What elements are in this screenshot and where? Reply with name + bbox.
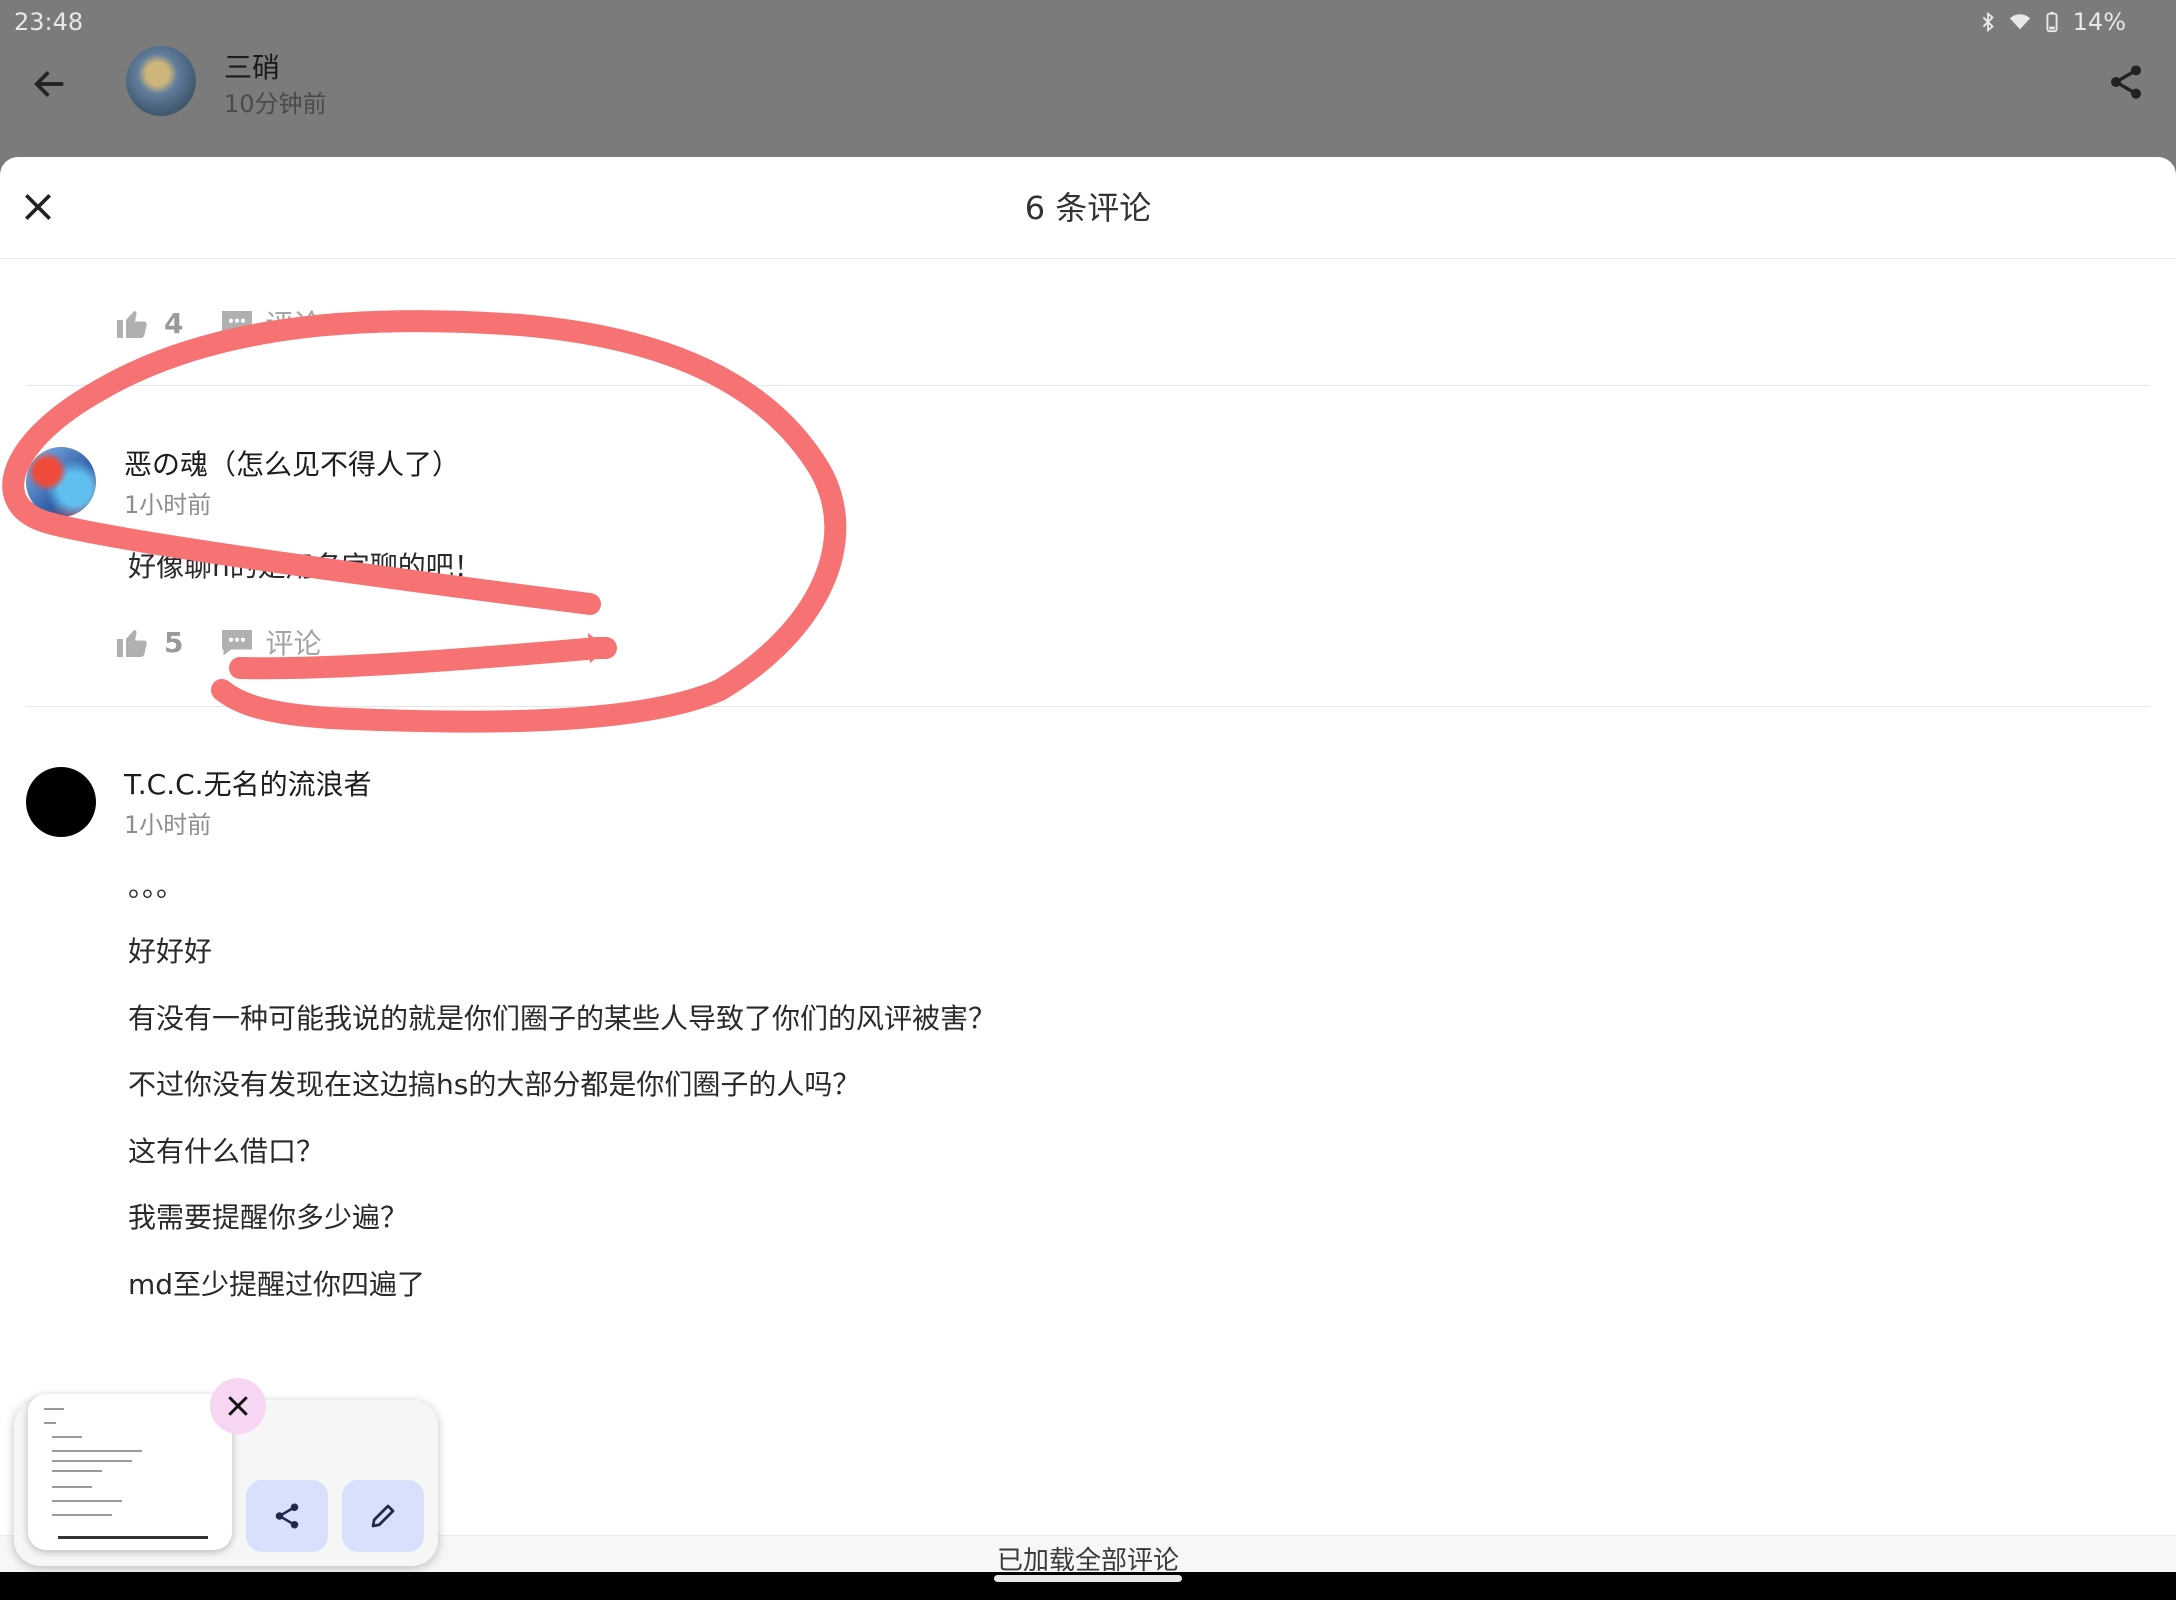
dismiss-screenshot-button[interactable] [210, 1378, 266, 1434]
like-button[interactable]: 5 [114, 624, 183, 660]
commenter-name[interactable]: T.C.C.无名的流浪者 [124, 763, 372, 803]
status-icons: 14% [1977, 8, 2126, 36]
commenter-avatar[interactable] [26, 447, 96, 517]
like-count: 4 [164, 306, 184, 340]
divider [26, 706, 2150, 707]
sheet-title: 6 条评论 [1024, 189, 1152, 227]
back-arrow-icon[interactable] [30, 64, 70, 104]
share-icon [275, 1503, 299, 1529]
comment-text: 不过你没有发现在这边搞hs的大部分都是你们圈子的人吗？ [128, 1068, 861, 1101]
comments-sheet: 6 条评论 4 评论 恶の魂（怎么见不得人了） 1小时前 好像聊h的是用名字聊的… [0, 157, 2176, 1572]
battery-icon [2046, 11, 2058, 33]
commenter-avatar[interactable] [26, 767, 96, 837]
screenshot-thumbnail[interactable] [28, 1394, 232, 1550]
comment-text: 我需要提醒你多少遍？ [128, 1201, 409, 1234]
author-time: 10分钟前 [224, 90, 327, 118]
share-screenshot-button[interactable] [246, 1480, 328, 1552]
comment-bubble-icon [222, 311, 253, 337]
comment-time: 1小时前 [124, 491, 212, 519]
close-icon [228, 1396, 248, 1416]
thumbs-up-icon [117, 311, 147, 338]
pencil-icon [371, 1504, 395, 1528]
author-avatar[interactable] [126, 46, 196, 116]
commenter-name[interactable]: 恶の魂（怎么见不得人了） [124, 443, 460, 483]
bluetooth-icon [1982, 11, 1994, 33]
comment-label: 评论 [265, 308, 322, 341]
share-icon[interactable] [2106, 62, 2146, 102]
screenshot-preview [14, 1378, 438, 1566]
divider [26, 385, 2150, 386]
wifi-icon [2009, 14, 2030, 30]
comment-time: 1小时前 [124, 811, 212, 839]
home-handle[interactable] [994, 1575, 1182, 1582]
sheet-header: 6 条评论 [0, 157, 2176, 259]
comment-text: 好像聊h的是用名字聊的吧！ [128, 550, 482, 583]
comment-label: 评论 [265, 627, 322, 660]
comment-text: 好好好 [128, 935, 213, 968]
author-name[interactable]: 三硝 [224, 46, 280, 86]
thumbs-up-icon [117, 630, 147, 657]
comment-button[interactable]: 评论 [219, 622, 322, 662]
background-page: 23:48 14% 三硝 10分钟前 [0, 0, 2176, 160]
comment-actions: 5 评论 [114, 622, 322, 662]
status-bar: 23:48 14% [0, 0, 2176, 44]
like-count: 5 [164, 625, 184, 659]
comment-text: 。。。 [128, 870, 185, 903]
comment-bubble-icon [222, 630, 253, 656]
edit-screenshot-button[interactable] [342, 1480, 424, 1552]
comment-button[interactable]: 评论 [219, 303, 322, 343]
comment-text: 这有什么借口？ [128, 1135, 325, 1168]
post-header: 三硝 10分钟前 [0, 44, 2176, 160]
comment-text: md至少提醒过你四遍了 [128, 1268, 426, 1301]
comment-text: 有没有一种可能我说的就是你们圈子的某些人导致了你们的风评被害？ [128, 1002, 997, 1035]
like-button[interactable]: 4 [114, 305, 183, 341]
status-time: 23:48 [14, 8, 84, 36]
comment-actions: 4 评论 [114, 303, 322, 343]
battery-percent: 14% [2072, 8, 2126, 36]
